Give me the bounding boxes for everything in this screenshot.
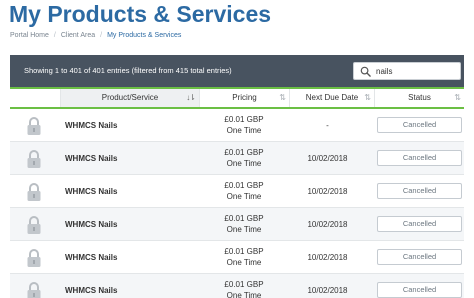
price-amount: £0.01 GBP <box>224 214 264 223</box>
product-name: WHMCS Nails <box>65 121 118 130</box>
pricing-cell: £0.01 GBP One Time <box>200 147 288 169</box>
page-title: My Products & Services <box>9 1 272 27</box>
search-box[interactable] <box>353 62 461 80</box>
next-due-date: 10/02/2018 <box>307 253 348 262</box>
table-row[interactable]: WHMCS Nails £0.01 GBP One Time 10/02/2018 Ca… <box>10 274 464 298</box>
table-header: Product/Service ↓⇂ Pricing ⇅ Next Due Da… <box>10 87 464 109</box>
sort-icon: ⇅ <box>279 93 286 102</box>
next-due-date: - <box>326 121 329 130</box>
breadcrumb-separator: / <box>100 32 103 39</box>
next-due-date: 10/02/2018 <box>307 187 348 196</box>
column-header-label: Status <box>408 93 431 102</box>
sort-icon: ⇅ <box>454 93 461 102</box>
column-header-product[interactable]: Product/Service ↓⇂ <box>61 89 200 107</box>
price-amount: £0.01 GBP <box>224 115 264 124</box>
lock-icon <box>26 116 42 136</box>
table-row[interactable]: WHMCS Nails £0.01 GBP One Time 10/02/2018 Ca… <box>10 241 464 274</box>
status-badge: Cancelled <box>377 183 462 199</box>
status-badge: Cancelled <box>377 117 462 133</box>
column-header-status[interactable]: Status ⇅ <box>375 89 464 107</box>
billing-cycle: One Time <box>226 192 262 201</box>
column-header-label: Pricing <box>232 93 257 102</box>
breadcrumb: Portal Home / Client Area / My Products & Se… <box>10 31 181 41</box>
billing-cycle: One Time <box>226 159 262 168</box>
next-due-date: 10/02/2018 <box>307 220 348 229</box>
column-header-icon <box>10 89 61 107</box>
products-table: Showing 1 to 401 of 401 entries (filtere… <box>10 55 464 298</box>
billing-cycle: One Time <box>226 258 262 267</box>
product-name: WHMCS Nails <box>65 253 118 262</box>
price-amount: £0.01 GBP <box>224 247 264 256</box>
search-input[interactable] <box>376 64 458 78</box>
billing-cycle: One Time <box>226 225 262 234</box>
status-badge: Cancelled <box>377 216 462 232</box>
lock-icon <box>26 149 42 169</box>
price-amount: £0.01 GBP <box>224 280 264 289</box>
sort-icon: ⇅ <box>364 93 371 102</box>
status-badge: Cancelled <box>377 150 462 166</box>
breadcrumb-portal-home[interactable]: Portal Home <box>10 32 49 39</box>
product-name: WHMCS Nails <box>65 220 118 229</box>
product-name: WHMCS Nails <box>65 286 118 295</box>
table-row[interactable]: WHMCS Nails £0.01 GBP One Time 10/02/2018 Ca… <box>10 175 464 208</box>
lock-icon <box>26 281 42 298</box>
column-header-label: Product/Service <box>101 93 159 102</box>
pricing-cell: £0.01 GBP One Time <box>200 114 288 136</box>
column-header-pricing[interactable]: Pricing ⇅ <box>200 89 290 107</box>
price-amount: £0.01 GBP <box>224 148 264 157</box>
billing-cycle: One Time <box>226 291 262 298</box>
table-row[interactable]: WHMCS Nails £0.01 GBP One Time 10/02/2018 Ca… <box>10 142 464 175</box>
column-header-label: Next Due Date <box>305 93 359 102</box>
table-row[interactable]: WHMCS Nails £0.01 GBP One Time 10/02/2018 Ca… <box>10 208 464 241</box>
lock-icon <box>26 248 42 268</box>
next-due-date: 10/02/2018 <box>307 286 348 295</box>
next-due-date: 10/02/2018 <box>307 154 348 163</box>
product-name: WHMCS Nails <box>65 187 118 196</box>
pricing-cell: £0.01 GBP One Time <box>200 213 288 235</box>
price-amount: £0.01 GBP <box>224 181 264 190</box>
lock-icon <box>26 215 42 235</box>
entries-info: Showing 1 to 401 of 401 entries (filtere… <box>24 66 232 75</box>
column-header-due-date[interactable]: Next Due Date ⇅ <box>290 89 375 107</box>
sort-desc-icon: ↓⇂ <box>186 93 196 102</box>
table-toolbar: Showing 1 to 401 of 401 entries (filtere… <box>10 55 464 87</box>
breadcrumb-client-area[interactable]: Client Area <box>61 32 95 39</box>
search-icon <box>360 66 371 77</box>
status-badge: Cancelled <box>377 249 462 265</box>
breadcrumb-separator: / <box>53 32 56 39</box>
status-badge: Cancelled <box>377 282 462 298</box>
pricing-cell: £0.01 GBP One Time <box>200 246 288 268</box>
breadcrumb-current: My Products & Services <box>107 32 182 39</box>
lock-icon <box>26 182 42 202</box>
pricing-cell: £0.01 GBP One Time <box>200 279 288 298</box>
billing-cycle: One Time <box>226 126 262 135</box>
product-name: WHMCS Nails <box>65 154 118 163</box>
pricing-cell: £0.01 GBP One Time <box>200 180 288 202</box>
table-row[interactable]: WHMCS Nails £0.01 GBP One Time - Cancelled <box>10 109 464 142</box>
